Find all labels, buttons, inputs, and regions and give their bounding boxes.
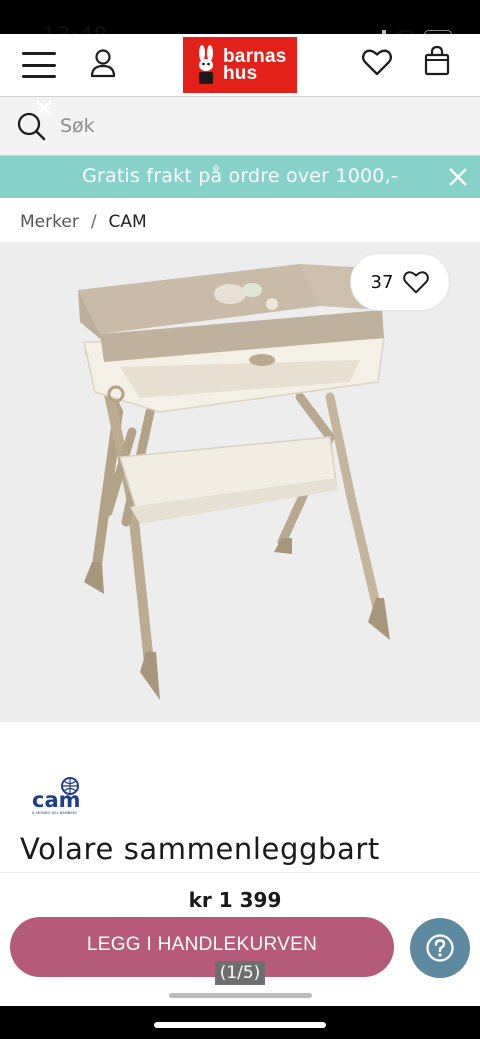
brand-logo-tagline: IL MONDO DEL BAMBINO [32, 811, 77, 815]
hamburger-line [22, 52, 56, 55]
product-price: kr 1 399 [188, 888, 282, 912]
breadcrumb-separator: / [90, 212, 97, 232]
breadcrumb-item-cam[interactable]: CAM [109, 212, 147, 232]
breadcrumb: Merker / CAM [20, 210, 147, 234]
question-icon [426, 934, 454, 962]
favorite-count: 37 [370, 271, 394, 293]
site-logo[interactable]: barnas hus [183, 37, 297, 93]
account-button[interactable] [90, 48, 116, 78]
search-input[interactable] [60, 110, 440, 142]
user-icon [90, 49, 116, 78]
wishlist-button[interactable] [361, 48, 393, 76]
add-to-cart-button[interactable]: LEGG I HANDLEKURVEN [10, 917, 394, 977]
brand-logo[interactable]: cam IL MONDO DEL BAMBINO [30, 776, 92, 816]
close-icon[interactable] [446, 165, 470, 189]
heart-icon [403, 271, 430, 294]
help-button[interactable] [410, 918, 470, 978]
product-title: Volare sammenleggbart [20, 832, 380, 866]
scroll-indicator [169, 993, 312, 998]
changing-table-illustration [78, 264, 390, 700]
product-image[interactable] [0, 242, 480, 722]
search-bar [0, 96, 480, 156]
home-indicator[interactable] [154, 1022, 326, 1028]
logo-line2: hus [223, 63, 258, 84]
rabbit-logo-icon [199, 45, 213, 84]
logo-text: barnas hus [223, 47, 287, 84]
promo-text: Gratis frakt på ordre over 1000,- [82, 165, 398, 187]
breadcrumb-item-merker[interactable]: Merker [20, 212, 79, 232]
search-icon[interactable] [16, 111, 46, 141]
hamburger-line [22, 75, 56, 78]
promo-banner: Gratis frakt på ordre over 1000,- [0, 156, 480, 198]
image-pager: (1/5) [215, 961, 265, 985]
site-header: barnas hus [0, 34, 480, 96]
app-screen: 13:48 [0, 0, 480, 1039]
hamburger-line [22, 63, 56, 67]
shopping-bag-icon [424, 45, 450, 76]
favorite-button[interactable]: 37 [350, 253, 450, 311]
cart-button[interactable] [424, 45, 450, 76]
heart-icon [361, 49, 393, 76]
brand-logo-text: cam [32, 788, 81, 812]
menu-button[interactable] [22, 52, 56, 78]
add-to-cart-label: LEGG I HANDLEKURVEN [86, 934, 318, 955]
